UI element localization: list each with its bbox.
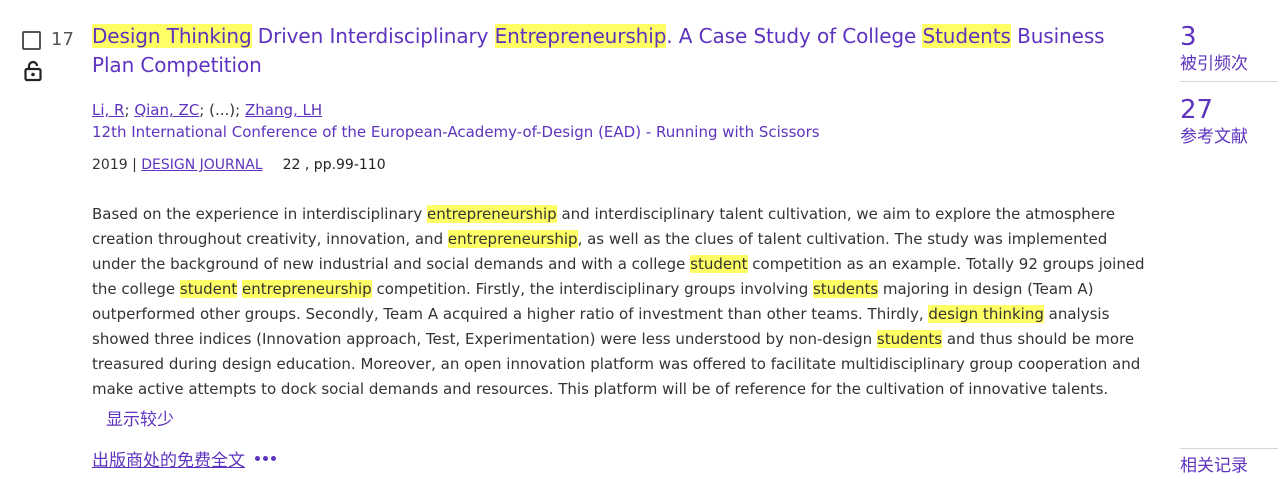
dot	[271, 456, 276, 461]
open-lock-icon	[24, 60, 42, 82]
record-number: 17	[51, 29, 74, 50]
abstract-text: Based on the experience in interdiscipli…	[92, 205, 427, 223]
authors-ellipsis[interactable]: (...);	[204, 101, 245, 119]
title-text: . A Case Study of College	[666, 24, 923, 48]
abstract-highlight: students	[876, 330, 943, 348]
record-title-link[interactable]: Design Thinking Driven Interdisciplinary…	[92, 22, 1152, 80]
record-main: Design Thinking Driven Interdisciplinary…	[92, 22, 1152, 430]
citations-count[interactable]: 3	[1180, 22, 1278, 52]
volume-pages: 22 , pp.99-110	[282, 157, 386, 173]
dot	[255, 456, 260, 461]
publication-year: 2019 |	[92, 157, 142, 173]
references-label[interactable]: 参考文献	[1180, 125, 1278, 149]
abstract-highlight: student	[179, 280, 238, 298]
abstract-highlight: entrepreneurship	[447, 230, 578, 248]
title-highlight: Design Thinking	[92, 24, 252, 48]
fulltext-row: 出版商处的免费全文	[92, 446, 276, 471]
abstract-highlight: entrepreneurship	[242, 280, 372, 298]
dot	[263, 456, 268, 461]
author-link[interactable]: Li, R	[92, 101, 124, 119]
references-count[interactable]: 27	[1180, 95, 1278, 125]
conference-link[interactable]: 12th International Conference of the Eur…	[92, 121, 1152, 143]
citations-label[interactable]: 被引频次	[1180, 52, 1278, 76]
citations-metric[interactable]: 3 被引频次	[1180, 22, 1278, 76]
abstract-highlight: entrepreneurship	[426, 205, 557, 223]
show-less-toggle[interactable]: 显示较少	[106, 405, 1152, 430]
select-record-checkbox[interactable]	[22, 31, 41, 50]
title-highlight: Students	[922, 24, 1011, 48]
journal-link[interactable]: DESIGN JOURNAL	[141, 157, 262, 173]
related-records-link[interactable]: 相关记录	[1180, 451, 1248, 476]
metric-divider	[1180, 81, 1278, 82]
title-highlight: Entrepreneurship	[494, 24, 667, 48]
abstract-highlight: student	[690, 255, 748, 273]
abstract-text: competition. Firstly, the interdisciplin…	[371, 280, 813, 298]
author-link[interactable]: Zhang, LH	[245, 101, 322, 119]
title-text: Driven Interdisciplinary	[251, 24, 495, 48]
authors-line: Li, R; Qian, ZC; (...); Zhang, LH	[92, 99, 1152, 121]
publication-info: 2019 | DESIGN JOURNAL 22 , pp.99-110	[92, 154, 1152, 176]
references-metric[interactable]: 27 参考文献	[1180, 95, 1278, 149]
free-fulltext-link[interactable]: 出版商处的免费全文	[92, 446, 245, 471]
abstract-highlight: students	[812, 280, 879, 298]
abstract-text: Based on the experience in interdiscipli…	[92, 202, 1152, 402]
author-link[interactable]: Qian, ZC	[134, 101, 199, 119]
more-options-icon[interactable]	[255, 449, 276, 469]
search-result-record: 17 Design Thinking Driven Interdisciplin…	[0, 0, 1278, 491]
author-separator: ;	[124, 101, 130, 119]
metric-divider	[1180, 448, 1278, 449]
abstract-highlight: design thinking	[928, 305, 1044, 323]
